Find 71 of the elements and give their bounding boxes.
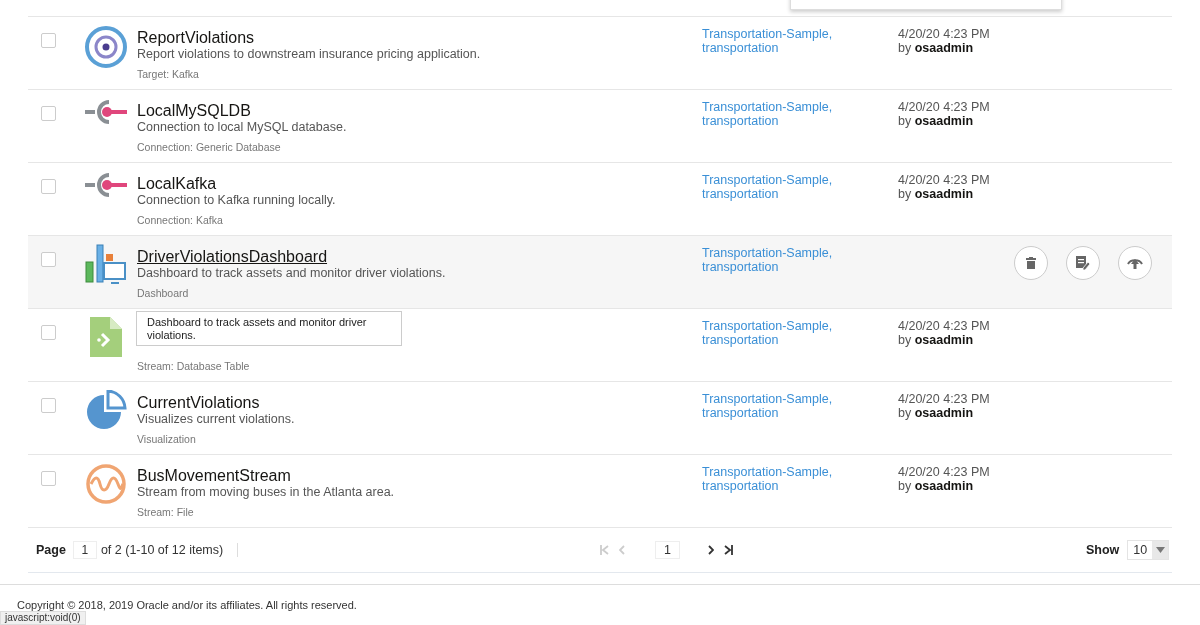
item-type: Stream: Database Table <box>137 360 250 373</box>
checkbox[interactable] <box>41 179 56 194</box>
chevron-left-icon <box>619 545 625 555</box>
first-page-icon <box>600 545 609 555</box>
modified-date: 4/20/20 4:23 PM <box>898 465 990 479</box>
checkbox[interactable] <box>41 325 56 340</box>
page-size-select[interactable]: 10 <box>1127 540 1170 560</box>
item-name-link[interactable]: BusMovementStream <box>137 466 291 485</box>
checkbox[interactable] <box>41 106 56 121</box>
pie-chart-icon <box>85 390 127 432</box>
item-type: Stream: File <box>137 506 194 519</box>
copyright-text: Copyright © 2018, 2019 Oracle and/or its affiliates. All rights reserved. <box>17 599 357 611</box>
item-description: Stream from moving buses in the Atlanta area. <box>137 485 395 500</box>
show-label: Show <box>1086 543 1120 557</box>
item-name-link[interactable]: LocalKafka <box>137 174 217 193</box>
tags-link[interactable]: Transportation-Sample, transportation <box>702 27 842 55</box>
item-type: Connection: Generic Database <box>137 141 281 154</box>
item-description: Connection to Kafka running locally. <box>137 193 336 208</box>
item-name-link[interactable]: CurrentViolations <box>137 393 260 412</box>
delete-button[interactable] <box>1014 246 1048 280</box>
item-description: Connection to local MySQL database. <box>137 120 347 135</box>
modified-by: by osaadmin <box>898 187 974 201</box>
page-input[interactable]: 1 <box>72 541 97 559</box>
wave-icon <box>85 463 127 505</box>
modified-by: by osaadmin <box>898 479 974 493</box>
page-label: Page <box>36 543 66 557</box>
checkbox[interactable] <box>41 33 56 48</box>
checkbox[interactable] <box>41 398 56 413</box>
tooltip: Dashboard to track assets and monitor driver violations. <box>136 311 402 346</box>
item-type: Dashboard <box>137 287 189 300</box>
modified-date: 4/20/20 4:23 PM <box>898 319 990 333</box>
current-page: 1 <box>655 541 680 559</box>
tags-link[interactable]: Transportation-Sample, transportation <box>702 100 842 128</box>
item-type: Target: Kafka <box>137 68 199 81</box>
tags-link[interactable]: Transportation-Sample, transportation <box>702 173 842 201</box>
item-name-link[interactable]: DriverViolationsDashboard <box>137 247 328 266</box>
page-info: of 2 (1-10 of 12 items) <box>100 543 239 557</box>
item-type: Visualization <box>137 433 196 446</box>
tags-link[interactable]: Transportation-Sample, transportation <box>702 392 842 420</box>
item-type: Connection: Kafka <box>137 214 223 227</box>
modified-by: by osaadmin <box>898 41 974 55</box>
plug-icon <box>85 171 127 199</box>
publish-button[interactable] <box>1118 246 1152 280</box>
item-description: Visualizes current violations. <box>137 412 295 427</box>
modified-date: 4/20/20 4:23 PM <box>898 100 990 114</box>
checkbox[interactable] <box>41 252 56 267</box>
tags-link[interactable]: Transportation-Sample, transportation <box>702 465 842 493</box>
modified-date: 4/20/20 4:23 PM <box>898 392 990 406</box>
upload-icon <box>1127 257 1143 269</box>
chevron-right-icon <box>707 545 714 555</box>
modified-date: 4/20/20 4:23 PM <box>898 173 990 187</box>
item-description: Report violations to downstream insurance pricing application. <box>137 47 481 62</box>
plug-icon <box>85 98 127 126</box>
edit-document-icon <box>1076 256 1090 270</box>
modified-by: by osaadmin <box>898 406 974 420</box>
item-name-link[interactable]: LocalMySQLDB <box>137 101 251 120</box>
last-page-icon <box>723 545 733 555</box>
item-description: Dashboard to track assets and monitor driver violations. <box>137 266 446 281</box>
caret-icon <box>1155 547 1165 553</box>
modified-by: by osaadmin <box>898 114 974 128</box>
edit-button[interactable] <box>1066 246 1100 280</box>
document-icon <box>90 317 122 357</box>
modified-date: 4/20/20 4:23 PM <box>898 27 990 41</box>
checkbox[interactable] <box>41 471 56 486</box>
item-name-link[interactable]: ReportViolations <box>137 28 255 47</box>
status-bar-url: javascript:void(0) <box>0 611 86 625</box>
trash-icon <box>1026 257 1036 269</box>
target-icon <box>84 25 128 69</box>
tags-link[interactable]: Transportation-Sample, transportation <box>702 319 842 347</box>
modified-by: by osaadmin <box>898 333 974 347</box>
dashboard-icon <box>85 244 127 286</box>
